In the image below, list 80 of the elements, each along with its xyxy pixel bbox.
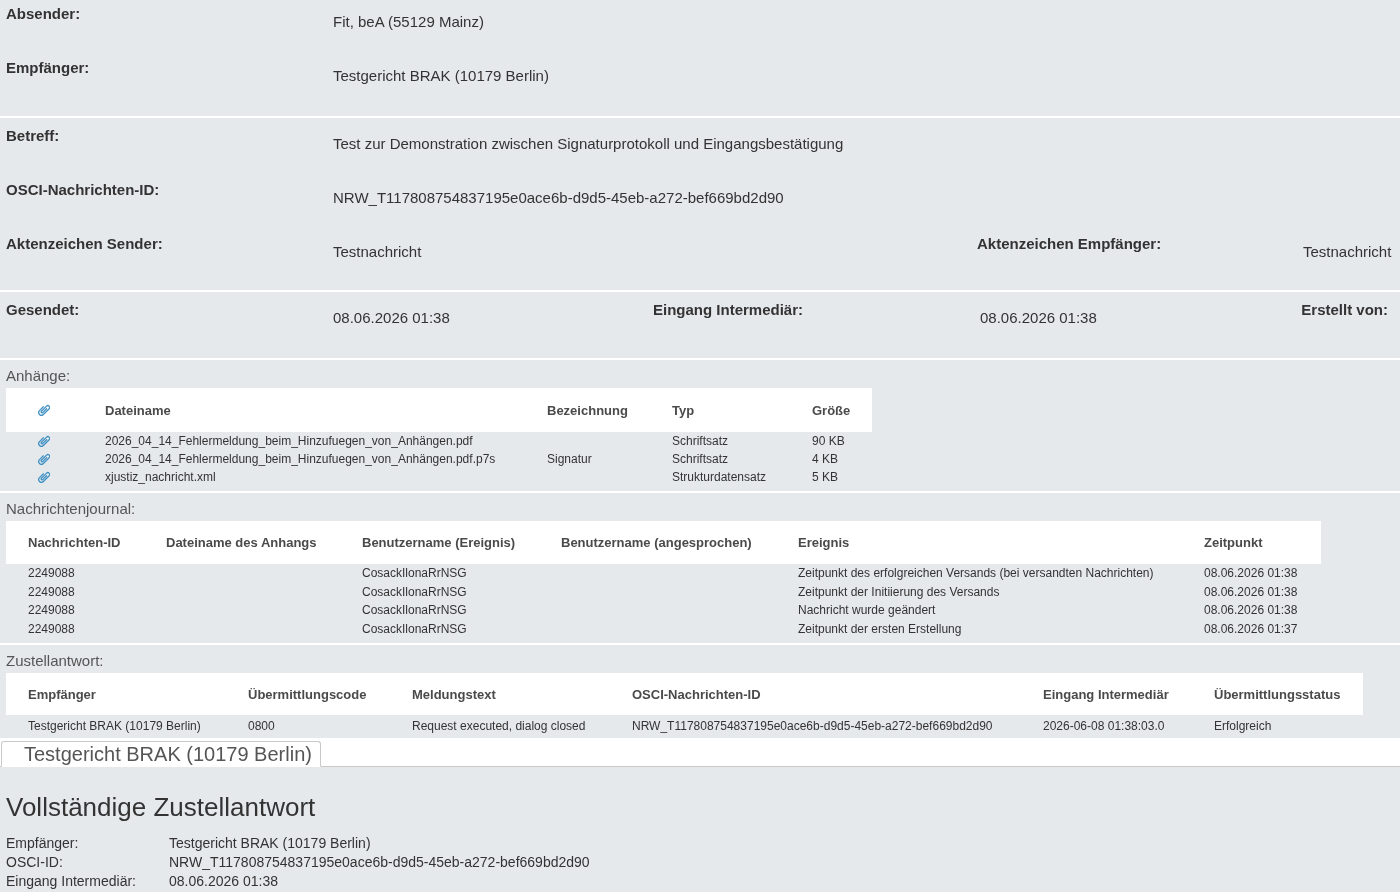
table-cell: 08.06.2026 01:38 [1204,584,1298,599]
column-header[interactable]: Eingang Intermediär [1043,686,1169,702]
table-cell: 5 KB [812,470,838,484]
table-cell: 2249088 [28,584,75,599]
table-cell: Testgericht BRAK (10179 Berlin) [28,719,201,734]
column-header[interactable]: Empfänger [6,686,96,702]
column-header[interactable]: Dateiname des Anhangs [166,535,317,550]
column-header[interactable]: Ereignis [798,535,850,550]
table-cell: Signatur [547,452,592,466]
field-label: Eingang Intermediär: [6,872,136,892]
field-value: 08.06.2026 01:38 [333,308,450,326]
table-cell: 90 KB [812,434,845,448]
table-cell: Zeitpunkt der ersten Erstellung [798,622,962,637]
column-header[interactable]: Zeitpunkt [1204,535,1263,550]
section-heading: Vollständige Zustellantwort [6,792,317,823]
table-cell: Nachricht wurde geändert [798,603,936,618]
field-label: Empfänger: [6,58,90,76]
field-value: 08.06.2026 01:38 [169,872,278,892]
section-title: Nachrichtenjournal: [6,500,136,517]
column-header[interactable]: Nachrichten-ID [6,535,121,550]
field-label: Aktenzeichen Empfänger: [977,234,1162,252]
table-cell: CosackIlonaRrNSG [362,566,467,581]
paperclip-icon [38,471,50,483]
table-cell: 2026-06-08 01:38:03.0 [1043,719,1165,734]
column-header[interactable]: Größe [812,402,851,418]
table-cell: Zeitpunkt der Initiierung des Versands [798,584,1000,599]
field-label: Betreff: [6,126,60,144]
table-cell: Zeitpunkt des erfolgreichen Versands (bei versandten Nachrichten) [798,566,1154,581]
table-cell: 0800 [248,719,275,734]
column-header[interactable]: Benutzername (angesprochen) [561,535,752,550]
section-title: Zustellantwort: [6,652,104,670]
paperclip-icon [38,404,50,416]
table-cell: Strukturdatensatz [672,470,767,484]
table-cell: 2249088 [28,566,75,581]
paperclip-icon [38,435,50,447]
field-value: Testgericht BRAK (10179 Berlin) [169,834,371,854]
column-header[interactable]: Übermittlungscode [248,686,367,702]
table-cell: 2249088 [28,622,75,637]
table-cell: CosackIlonaRrNSG [362,603,467,618]
table-cell: 2249088 [28,603,75,618]
field-value: Test zur Demonstration zwischen Signaturprotokoll und Eingangsbestätigung [333,134,844,152]
field-label: Absender: [6,4,81,22]
field-label: OSCI-Nachrichten-ID: [6,180,160,198]
field-value: Fit, beA (55129 Mainz) [333,12,484,30]
field-label: Erstellt von: [1301,300,1388,318]
table-cell: Schriftsatz [672,434,728,448]
column-header[interactable]: Meldungstext [412,686,496,702]
field-value: NRW_T117808754837195e0ace6b-d9d5-45eb-a272-bef669bd2d90 [169,853,590,873]
column-header[interactable]: Bezeichnung [547,402,628,418]
field-value: Testnachricht [333,242,422,260]
column-header[interactable]: Dateiname [105,402,171,418]
table-cell: NRW_T117808754837195e0ace6b-d9d5-45eb-a272-bef669bd2d90 [632,719,993,734]
table-cell: Schriftsatz [672,452,728,466]
table-cell: 2026_04_14_Fehlermeldung_beim_Hinzufuegen_von_Anhängen.pdf [105,434,473,448]
table-cell: CosackIlonaRrNSG [362,622,467,637]
field-value: 08.06.2026 01:38 [980,308,1097,326]
table-cell: 4 KB [812,452,838,466]
column-header[interactable]: Typ [672,402,695,418]
field-label: OSCI-ID: [6,853,63,873]
table-cell: Request executed, dialog closed [412,719,586,734]
table-cell: CosackIlonaRrNSG [362,584,467,599]
field-label: Eingang Intermediär: [653,300,804,318]
field-label: Empfänger: [6,834,79,854]
column-header[interactable]: Übermittlungsstatus [1214,686,1341,702]
table-cell: xjustiz_nachricht.xml [105,470,216,484]
section-title: Anhänge: [6,367,71,384]
table-cell: Erfolgreich [1214,719,1272,734]
column-header[interactable]: Benutzername (Ereignis) [362,535,516,550]
field-label: Aktenzeichen Sender: [6,234,163,252]
field-value: NRW_T117808754837195e0ace6b-d9d5-45eb-a272-bef669bd2d90 [333,188,784,206]
field-value: Testnachricht [1303,242,1392,260]
field-label: Gesendet: [6,300,80,318]
field-value: Testgericht BRAK (10179 Berlin) [333,66,549,84]
table-cell: 08.06.2026 01:38 [1204,566,1298,581]
column-header[interactable]: OSCI-Nachrichten-ID [632,686,761,702]
tab[interactable]: Testgericht BRAK (10179 Berlin) [1,741,321,768]
table-cell: 08.06.2026 01:37 [1204,622,1298,637]
table-cell: 08.06.2026 01:38 [1204,603,1298,618]
paperclip-icon [38,453,50,465]
table-cell: 2026_04_14_Fehlermeldung_beim_Hinzufuegen_von_Anhängen.pdf.p7s [105,452,496,466]
